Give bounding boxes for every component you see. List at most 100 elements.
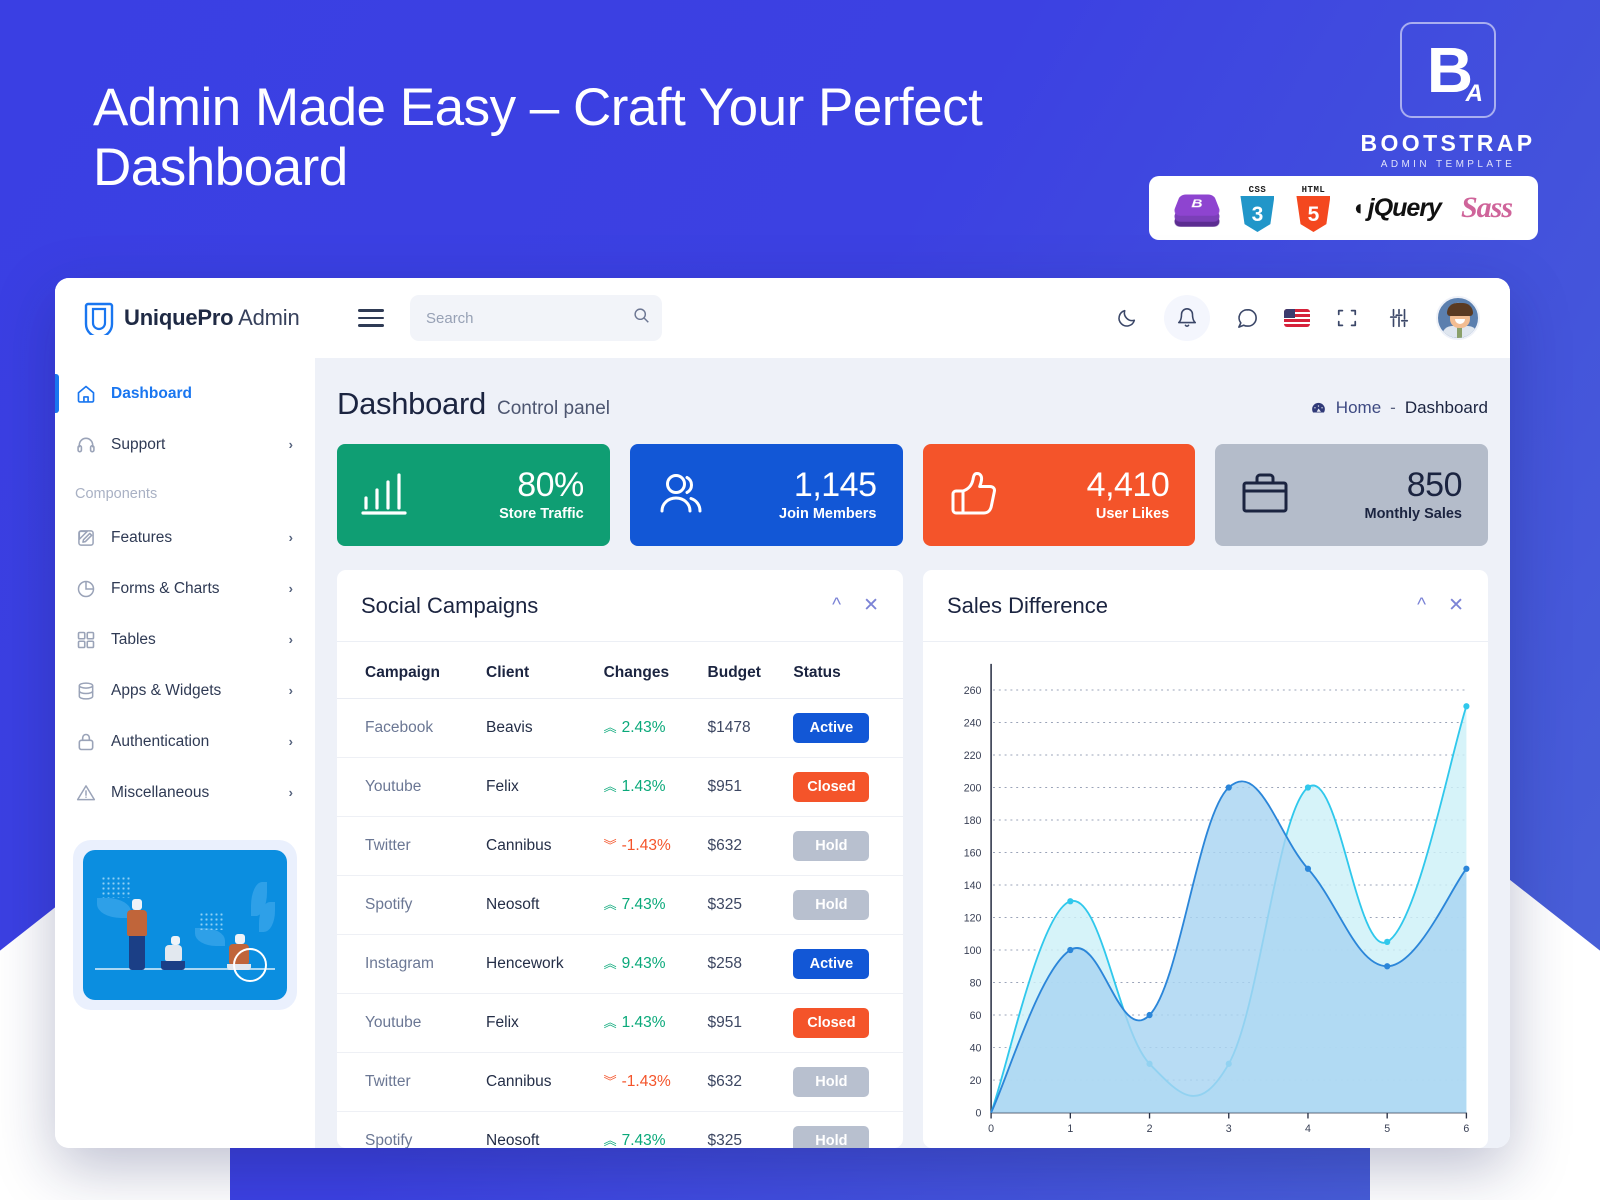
sidebar-item-forms-charts[interactable]: Forms & Charts ›	[55, 563, 315, 614]
x-tick-label: 4	[1305, 1123, 1311, 1135]
topbar-actions	[1112, 295, 1480, 341]
status-badge[interactable]: Closed	[793, 1008, 870, 1038]
panel-header: Sales Difference ^ ✕	[923, 570, 1488, 642]
sidebar-item-support[interactable]: Support ›	[55, 419, 315, 470]
page-title: Dashboard	[337, 386, 486, 421]
y-tick-label: 80	[970, 977, 982, 989]
breadcrumb-home[interactable]: Home	[1336, 398, 1381, 418]
col-campaign: Campaign	[337, 642, 481, 699]
cell-campaign: Spotify	[337, 875, 481, 935]
social-campaigns-panel: Social Campaigns ^ ✕ Campaign Client Cha…	[337, 570, 903, 1148]
chevron-right-icon: ›	[288, 530, 293, 545]
table-row[interactable]: Youtube Felix ︽ 1.43% $951 Closed	[337, 993, 903, 1053]
close-icon[interactable]: ✕	[1448, 596, 1464, 615]
stat-card-user-likes[interactable]: 4,410 User Likes	[922, 444, 1196, 546]
admin-app-window: UniquePro Admin Search Dashboard Support…	[55, 278, 1510, 1148]
edit-square-icon	[75, 527, 97, 549]
search-box[interactable]	[410, 295, 662, 341]
trend-up-icon: ︽	[603, 897, 617, 913]
status-badge[interactable]: Hold	[793, 1067, 870, 1097]
warning-icon	[75, 782, 97, 804]
table-row[interactable]: Twitter Cannibus ︾ -1.43% $632 Hold	[337, 816, 903, 876]
table-row[interactable]: Spotify Neosoft ︽ 7.43% $325 Hold	[337, 1111, 903, 1148]
cell-status: Hold	[787, 1111, 903, 1148]
col-status: Status	[787, 642, 903, 699]
cell-client: Neosoft	[480, 1111, 598, 1148]
chevron-right-icon: ›	[288, 785, 293, 800]
sidebar-item-authentication[interactable]: Authentication ›	[55, 716, 315, 767]
sidebar-label: Forms & Charts	[111, 579, 220, 597]
cell-changes: ︽ 1.43%	[597, 757, 702, 817]
cell-campaign: Youtube	[337, 993, 481, 1053]
status-badge[interactable]: Hold	[793, 831, 870, 861]
sidebar-item-dashboard[interactable]: Dashboard	[55, 368, 315, 419]
chevron-up-icon[interactable]: ^	[832, 596, 841, 615]
sidebar: Dashboard Support › Components Features …	[55, 358, 315, 1148]
cell-changes: ︽ 7.43%	[597, 875, 702, 935]
y-tick-label: 260	[964, 685, 982, 697]
sales-difference-chart[interactable]: 20 40 60 80 100 120 140 160 180 200 220 240 260 0 0 1 2 3…	[923, 642, 1488, 1148]
status-badge[interactable]: Active	[793, 949, 870, 979]
css3-label: CSS	[1248, 185, 1267, 195]
html5-label: HTML	[1301, 185, 1326, 195]
trend-up-icon: ︽	[603, 720, 617, 736]
users-icon	[654, 470, 708, 521]
status-badge[interactable]: Hold	[793, 1126, 870, 1148]
sidebar-item-miscellaneous[interactable]: Miscellaneous ›	[55, 767, 315, 818]
cell-budget: $632	[701, 1052, 788, 1112]
search-icon[interactable]	[633, 307, 650, 329]
grid-icon	[75, 629, 97, 651]
brand-subtitle: ADMIN TEMPLATE	[1380, 159, 1516, 170]
panel-header: Social Campaigns ^ ✕	[337, 570, 903, 642]
close-icon[interactable]: ✕	[863, 596, 879, 615]
cell-client: Hencework	[480, 934, 598, 994]
moon-icon[interactable]	[1112, 303, 1142, 333]
settings-sliders-icon[interactable]	[1384, 303, 1414, 333]
chat-icon[interactable]	[1232, 303, 1262, 333]
col-changes: Changes	[597, 642, 702, 699]
table-row[interactable]: Twitter Cannibus ︾ -1.43% $632 Hold	[337, 1052, 903, 1112]
sidebar-item-apps-widgets[interactable]: Apps & Widgets ›	[55, 665, 315, 716]
bell-icon[interactable]	[1164, 295, 1210, 341]
status-badge[interactable]: Hold	[793, 890, 870, 920]
cell-client: Cannibus	[480, 1052, 598, 1112]
flag-icon[interactable]	[1284, 309, 1310, 327]
stat-label: Join Members	[779, 505, 877, 522]
stat-value: 80%	[517, 466, 584, 505]
stat-cards: 80% Store Traffic 1,145 Join Members 4,4…	[337, 444, 1488, 546]
sidebar-label: Tables	[111, 630, 156, 648]
sidebar-item-features[interactable]: Features ›	[55, 512, 315, 563]
table-row[interactable]: Spotify Neosoft ︽ 7.43% $325 Hold	[337, 875, 903, 935]
avatar[interactable]	[1436, 296, 1480, 340]
app-logo[interactable]: UniquePro Admin	[83, 302, 358, 338]
page-header: Dashboard Control panel Home - Dashboard	[337, 358, 1488, 444]
cell-budget: $632	[701, 816, 788, 876]
status-badge[interactable]: Active	[793, 713, 870, 743]
campaigns-table-scroll[interactable]: Campaign Client Changes Budget Status Fa…	[337, 642, 903, 1148]
cell-changes: ︾ -1.43%	[597, 1052, 702, 1112]
brand-name: BOOTSTRAP	[1360, 130, 1536, 156]
table-row[interactable]: Facebook Beavis ︽ 2.43% $1478 Active	[337, 698, 903, 758]
stat-card-store-traffic[interactable]: 80% Store Traffic	[337, 444, 610, 546]
table-row[interactable]: Instagram Hencework ︽ 9.43% $258 Active	[337, 934, 903, 994]
fullscreen-icon[interactable]	[1332, 303, 1362, 333]
search-input[interactable]	[426, 309, 625, 327]
database-icon	[75, 680, 97, 702]
sass-text: Sass	[1460, 191, 1513, 224]
chevron-right-icon: ›	[288, 734, 293, 749]
logo-letter-b: B	[1426, 34, 1473, 106]
jquery-swirl-icon: ◖	[1351, 195, 1365, 220]
status-badge[interactable]: Closed	[793, 772, 870, 802]
promo-headline: Admin Made Easy – Craft Your Perfect Das…	[93, 78, 983, 198]
chevron-up-icon[interactable]: ^	[1417, 596, 1426, 615]
stat-card-monthly-sales[interactable]: 850 Monthly Sales	[1215, 444, 1488, 546]
sidebar-item-tables[interactable]: Tables ›	[55, 614, 315, 665]
stat-card-join-members[interactable]: 1,145 Join Members	[629, 444, 903, 546]
cell-campaign: Spotify	[337, 1111, 481, 1148]
sidebar-promo-card[interactable]	[73, 840, 297, 1010]
sidebar-toggle-icon[interactable]	[358, 309, 384, 327]
logo-letter-a: A	[1465, 80, 1483, 107]
stat-label: User Likes	[1095, 505, 1170, 522]
table-row[interactable]: Youtube Felix ︽ 1.43% $951 Closed	[337, 757, 903, 817]
bootstrap-letter: B	[1191, 197, 1204, 211]
